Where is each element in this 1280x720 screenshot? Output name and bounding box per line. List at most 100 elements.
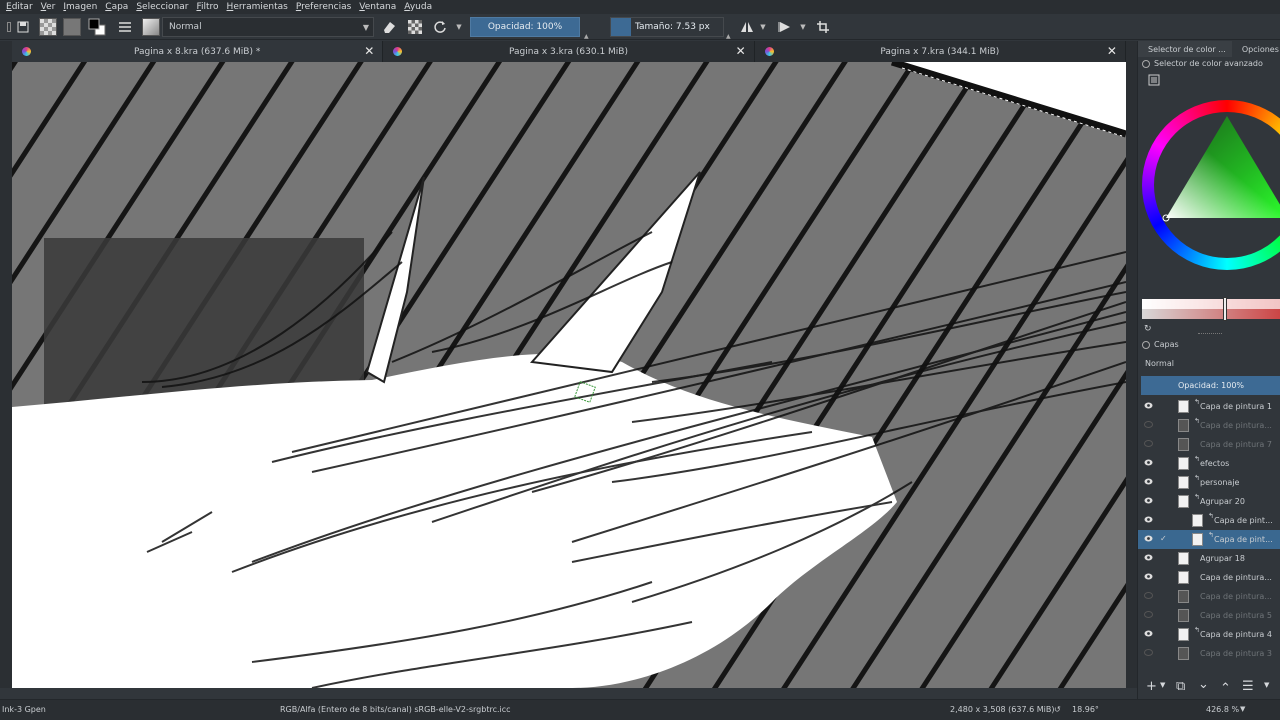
reload-icon[interactable] [430, 17, 450, 37]
layer-row[interactable]: ↰ Capa de pintura 1 [1138, 397, 1280, 416]
eye-icon[interactable] [1144, 516, 1153, 523]
layer-row[interactable]: Capa de pintura 7 [1138, 435, 1280, 454]
layer-row[interactable]: Capa de pintura 3 [1138, 644, 1280, 663]
float-icon[interactable] [1142, 59, 1150, 68]
menu-item-9[interactable]: Ayuda [404, 2, 432, 12]
menu-item-4[interactable]: Seleccionar [136, 2, 188, 12]
menu-item-5[interactable]: Filtro [196, 2, 218, 12]
float-icon[interactable] [1142, 340, 1150, 349]
layer-blend-mode-value: Normal [1145, 359, 1174, 368]
move-up-icon[interactable]: ⌃ [1220, 681, 1231, 696]
chevron-down-icon: ▼ [362, 22, 369, 32]
menu-item-2[interactable]: Imagen [63, 2, 97, 12]
rotation-icon[interactable]: ↺ [1054, 705, 1061, 714]
eraser-icon[interactable] [380, 17, 398, 37]
mirror-horizontal-icon[interactable] [738, 17, 756, 37]
color-triangle[interactable] [1142, 100, 1280, 270]
hidden-eye-icon[interactable] [1144, 611, 1153, 618]
close-icon[interactable]: ✕ [1107, 44, 1117, 58]
eye-icon[interactable] [1144, 478, 1153, 485]
layer-thumbnail [1178, 628, 1189, 641]
opacity-slider[interactable]: Opacidad: 100% [470, 17, 580, 37]
layer-row[interactable]: ↰ efectos [1138, 454, 1280, 473]
layer-row[interactable]: ↰ Agrupar 20 [1138, 492, 1280, 511]
preserve-alpha-icon[interactable] [406, 17, 424, 37]
drawing-canvas[interactable] [12, 62, 1126, 688]
menu-item-6[interactable]: Herramientas [227, 2, 288, 12]
chevron-down-icon[interactable]: ▼ [798, 17, 808, 37]
panel-title: Selector de color avanzado [1154, 59, 1263, 68]
tab-tool-options[interactable]: Opciones d [1232, 41, 1280, 57]
mirror-vertical-icon[interactable] [776, 17, 794, 37]
menu-item-8[interactable]: Ventana [359, 2, 396, 12]
refresh-icon[interactable]: ↻ [1144, 324, 1152, 334]
menu-item-3[interactable]: Capa [105, 2, 128, 12]
eye-icon[interactable] [1144, 630, 1153, 637]
color-swatches-icon[interactable] [86, 17, 108, 37]
tab-document-3[interactable]: Pagina x 7.kra (344.1 MiB) ✕ [755, 41, 1126, 62]
image-size: 2,480 x 3,508 (637.6 MiB) [950, 705, 1055, 714]
rotation-value[interactable]: 18.96° [1072, 705, 1099, 714]
layer-row[interactable]: Capa de pintura 5 [1138, 606, 1280, 625]
eye-icon[interactable] [1144, 497, 1153, 504]
eye-icon[interactable] [1144, 459, 1153, 466]
tab-color-selector[interactable]: Selector de color ... [1138, 41, 1232, 57]
group-icon: ↰ [1208, 531, 1214, 539]
layer-thumbnail [1178, 552, 1189, 565]
chevron-down-icon[interactable]: ▼ [758, 17, 768, 37]
brush-preset-icon[interactable] [140, 17, 162, 37]
chevron-down-icon[interactable]: ▼ [1240, 705, 1245, 713]
brush-settings-icon[interactable] [116, 17, 134, 37]
layer-row[interactable]: Capa de pintura... [1138, 587, 1280, 606]
duplicate-layer-icon[interactable]: ⧉ [1176, 679, 1185, 694]
tab-document-1[interactable]: Pagina x 8.kra (637.6 MiB) * ✕ [12, 41, 384, 62]
layer-row[interactable]: Capa de pintura... [1138, 568, 1280, 587]
menu-item-0[interactable]: Editar [6, 2, 33, 12]
move-down-icon[interactable]: ⌄ [1198, 677, 1209, 692]
layer-row[interactable]: ✓ ↰ Capa de pint... [1138, 530, 1280, 549]
chevron-down-icon[interactable]: ▼ [1264, 681, 1269, 689]
close-icon[interactable]: ✕ [364, 44, 374, 58]
settings-icon[interactable] [1148, 74, 1160, 86]
hidden-eye-icon[interactable] [1144, 440, 1153, 447]
layer-opacity-slider[interactable]: Opacidad: 100% [1141, 376, 1280, 395]
chevron-down-icon[interactable]: ▼ [1160, 681, 1165, 689]
hidden-eye-icon[interactable] [1144, 592, 1153, 599]
save-icon[interactable] [14, 17, 32, 37]
layer-thumbnail [1178, 609, 1189, 622]
blend-mode-dropdown[interactable]: Normal ▼ [162, 17, 374, 37]
slider-handle[interactable] [1223, 297, 1227, 321]
zoom-level[interactable]: 426.8 % [1206, 705, 1239, 714]
hidden-eye-icon[interactable] [1144, 421, 1153, 428]
eye-icon[interactable] [1144, 573, 1153, 580]
layer-row[interactable]: ↰ personaje [1138, 473, 1280, 492]
gradient-button[interactable] [62, 17, 82, 37]
eye-icon[interactable] [1144, 535, 1153, 542]
add-layer-icon[interactable]: + [1146, 679, 1157, 694]
hue-slider[interactable] [1142, 309, 1280, 319]
layer-name: Capa de pintura 7 [1200, 440, 1272, 449]
layer-row[interactable]: ↰ Capa de pintura 4 [1138, 625, 1280, 644]
chevron-down-icon[interactable]: ▼ [454, 17, 464, 37]
eye-icon[interactable] [1144, 554, 1153, 561]
layer-blend-mode-dropdown[interactable]: Normal [1141, 356, 1280, 372]
color-wheel[interactable] [1142, 100, 1280, 270]
menu-item-7[interactable]: Preferencias [296, 2, 351, 12]
close-icon[interactable]: ✕ [736, 44, 746, 58]
tab-document-2[interactable]: Pagina x 3.kra (630.1 MiB) ✕ [383, 41, 755, 62]
fill-pattern-button[interactable] [38, 17, 58, 37]
layer-row[interactable]: Agrupar 18 [1138, 549, 1280, 568]
tab-label: Pagina x 3.kra (630.1 MiB) [509, 46, 628, 57]
saturation-slider[interactable] [1142, 299, 1280, 309]
layer-row[interactable]: ↰ Capa de pintura... [1138, 416, 1280, 435]
hidden-eye-icon[interactable] [1144, 649, 1153, 656]
wrap-around-icon[interactable] [814, 17, 832, 37]
left-dock-edge [0, 41, 12, 688]
menu-item-1[interactable]: Ver [41, 2, 56, 12]
layer-properties-icon[interactable]: ☰ [1242, 679, 1254, 694]
layer-row[interactable]: ↰ Capa de pint... [1138, 511, 1280, 530]
eye-icon[interactable] [1144, 402, 1153, 409]
size-slider[interactable]: Tamaño: 7.53 px [610, 17, 724, 37]
layer-name: Capa de pint... [1214, 516, 1273, 525]
splitter-handle[interactable] [1198, 333, 1222, 335]
